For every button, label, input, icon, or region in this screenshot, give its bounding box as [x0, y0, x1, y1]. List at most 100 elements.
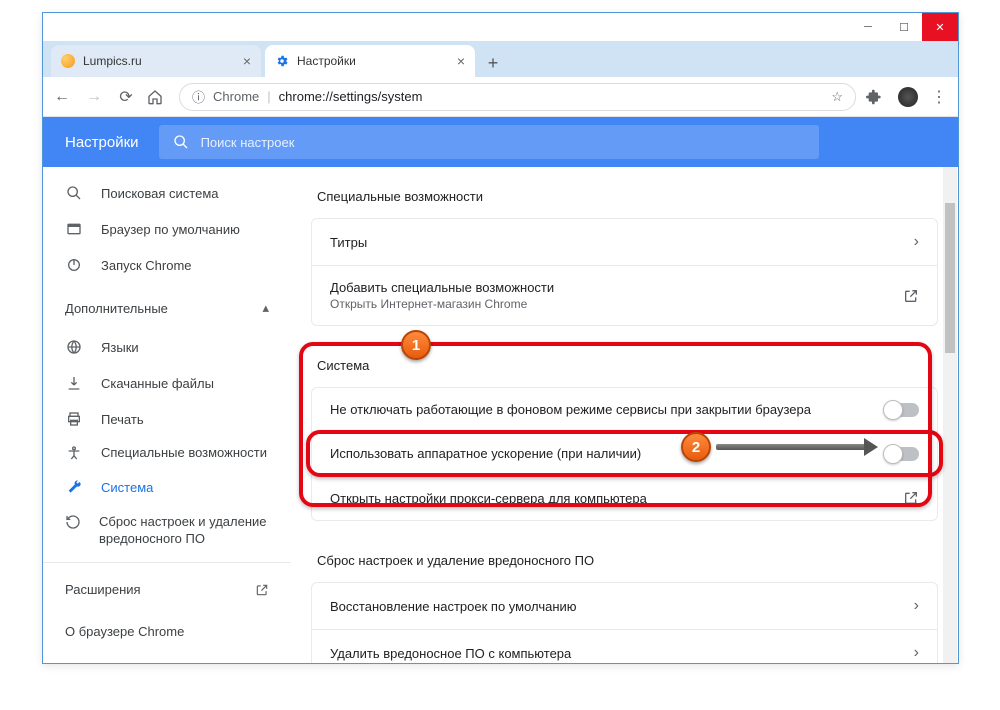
- scrollbar[interactable]: [943, 167, 957, 663]
- row-label: Титры: [330, 235, 367, 250]
- reload-button[interactable]: ⟳: [115, 87, 137, 107]
- row-label: Восстановление настроек по умолчанию: [330, 599, 577, 614]
- scrollbar-thumb[interactable]: [945, 203, 955, 353]
- address-bar[interactable]: ⓘ Chrome | chrome://settings/system ☆: [179, 83, 856, 111]
- tab-settings[interactable]: Настройки ×: [265, 45, 475, 77]
- row-cleanup[interactable]: Удалить вредоносное ПО с компьютера ›: [312, 629, 937, 663]
- row-hardware-accel[interactable]: Использовать аппаратное ускорение (при н…: [312, 431, 937, 475]
- settings-main: Специальные возможности Титры › Добавить…: [291, 167, 958, 663]
- advanced-label: Дополнительные: [65, 301, 168, 316]
- about-label: О браузере Chrome: [65, 624, 184, 639]
- sidebar-label: Сброс настроек и удаление вредоносного П…: [99, 514, 271, 548]
- favicon-settings: [275, 54, 289, 68]
- extensions-label: Расширения: [65, 582, 141, 597]
- annotation-badge-1: 1: [401, 330, 431, 360]
- external-link-icon: [255, 583, 269, 597]
- card-accessibility: Титры › Добавить специальные возможности…: [311, 218, 938, 326]
- row-proxy-settings[interactable]: Открыть настройки прокси-сервера для ком…: [312, 475, 937, 520]
- sidebar-item-reset[interactable]: Сброс настроек и удаление вредоносного П…: [43, 506, 291, 556]
- section-title-accessibility: Специальные возможности: [311, 177, 938, 218]
- favicon-lumpics: [61, 54, 75, 68]
- sidebar-item-startup[interactable]: Запуск Chrome: [43, 247, 291, 283]
- profile-avatar[interactable]: [898, 87, 918, 107]
- row-sublabel: Открыть Интернет-магазин Chrome: [330, 297, 554, 311]
- tab-close-icon[interactable]: ×: [243, 53, 251, 69]
- home-button[interactable]: [147, 89, 169, 105]
- omnibox-scheme: Chrome: [213, 89, 259, 104]
- settings-sidebar: Поисковая система Браузер по умолчанию З…: [43, 167, 291, 663]
- sidebar-item-languages[interactable]: Языки: [43, 329, 291, 365]
- external-link-icon: [903, 288, 919, 304]
- row-label: Использовать аппаратное ускорение (при н…: [330, 446, 641, 461]
- sidebar-label: Языки: [101, 340, 139, 355]
- new-tab-button[interactable]: +: [479, 49, 507, 77]
- sidebar-item-downloads[interactable]: Скачанные файлы: [43, 365, 291, 401]
- sidebar-about-link[interactable]: О браузере Chrome: [65, 611, 269, 653]
- settings-body: Поисковая система Браузер по умолчанию З…: [43, 167, 958, 663]
- page-content: Настройки Поисковая система Браузер по у…: [43, 117, 958, 663]
- tab-close-icon[interactable]: ×: [457, 53, 465, 69]
- minimize-button[interactable]: ─: [850, 13, 886, 41]
- sidebar-item-print[interactable]: Печать: [43, 401, 291, 437]
- maximize-button[interactable]: ☐: [886, 13, 922, 41]
- toggle-background-apps[interactable]: [885, 403, 919, 417]
- sidebar-label: Специальные возможности: [101, 445, 267, 462]
- browser-icon: [65, 221, 83, 237]
- globe-icon: [65, 339, 83, 355]
- forward-button[interactable]: →: [83, 88, 105, 106]
- chevron-right-icon: ›: [914, 233, 919, 251]
- row-background-apps[interactable]: Не отключать работающие в фоновом режиме…: [312, 388, 937, 431]
- power-icon: [65, 257, 83, 273]
- sidebar-advanced-toggle[interactable]: Дополнительные ▴: [43, 287, 291, 329]
- chevron-right-icon: ›: [914, 644, 919, 662]
- wrench-icon: [65, 480, 83, 496]
- restore-icon: [65, 514, 81, 530]
- accessibility-icon: [65, 445, 83, 461]
- chevron-right-icon: ›: [914, 597, 919, 615]
- search-input[interactable]: [201, 135, 805, 150]
- toggle-hardware-accel[interactable]: [885, 447, 919, 461]
- row-captions[interactable]: Титры ›: [312, 219, 937, 265]
- back-button[interactable]: ←: [51, 88, 73, 106]
- site-info-icon[interactable]: ⓘ: [192, 87, 205, 106]
- tab-title: Lumpics.ru: [83, 54, 235, 68]
- tab-strip: Lumpics.ru × Настройки × +: [43, 41, 958, 77]
- row-restore-defaults[interactable]: Восстановление настроек по умолчанию ›: [312, 583, 937, 629]
- search-icon: [65, 185, 83, 201]
- row-label: Не отключать работающие в фоновом режиме…: [330, 402, 811, 417]
- row-label: Добавить специальные возможности: [330, 280, 554, 295]
- sidebar-label: Система: [101, 480, 153, 495]
- external-link-icon: [903, 490, 919, 506]
- settings-search[interactable]: [159, 125, 819, 159]
- row-label: Открыть настройки прокси-сервера для ком…: [330, 491, 647, 506]
- menu-icon[interactable]: ⋮: [928, 87, 950, 107]
- card-reset: Восстановление настроек по умолчанию › У…: [311, 582, 938, 663]
- search-icon: [173, 134, 189, 150]
- chevron-up-icon: ▴: [262, 300, 269, 316]
- sidebar-label: Браузер по умолчанию: [101, 222, 240, 237]
- sidebar-label: Поисковая система: [101, 186, 219, 201]
- sidebar-label: Печать: [101, 412, 144, 427]
- row-add-accessibility[interactable]: Добавить специальные возможности Открыть…: [312, 265, 937, 325]
- tab-lumpics[interactable]: Lumpics.ru ×: [51, 45, 261, 77]
- toolbar: ← → ⟳ ⓘ Chrome | chrome://settings/syste…: [43, 77, 958, 117]
- sidebar-extensions-link[interactable]: Расширения: [65, 569, 269, 611]
- settings-header: Настройки: [43, 117, 958, 167]
- browser-window: ─ ☐ ✕ Lumpics.ru × Настройки × + ← → ⟳ ⓘ…: [42, 12, 959, 664]
- extensions-icon[interactable]: [866, 89, 888, 105]
- sidebar-item-accessibility[interactable]: Специальные возможности: [43, 437, 291, 470]
- sidebar-item-default-browser[interactable]: Браузер по умолчанию: [43, 211, 291, 247]
- download-icon: [65, 375, 83, 391]
- settings-title: Настройки: [65, 134, 139, 151]
- tab-title: Настройки: [297, 54, 449, 68]
- window-titlebar: ─ ☐ ✕: [43, 13, 958, 41]
- sidebar-item-search-engine[interactable]: Поисковая система: [43, 175, 291, 211]
- section-title-reset: Сброс настроек и удаление вредоносного П…: [311, 541, 938, 582]
- sidebar-label: Скачанные файлы: [101, 376, 214, 391]
- sidebar-item-system[interactable]: Система: [43, 470, 291, 506]
- omnibox-url: chrome://settings/system: [279, 89, 423, 104]
- close-button[interactable]: ✕: [922, 13, 958, 41]
- annotation-badge-2: 2: [681, 432, 711, 462]
- star-icon[interactable]: ☆: [831, 89, 843, 105]
- card-system: Не отключать работающие в фоновом режиме…: [311, 387, 938, 521]
